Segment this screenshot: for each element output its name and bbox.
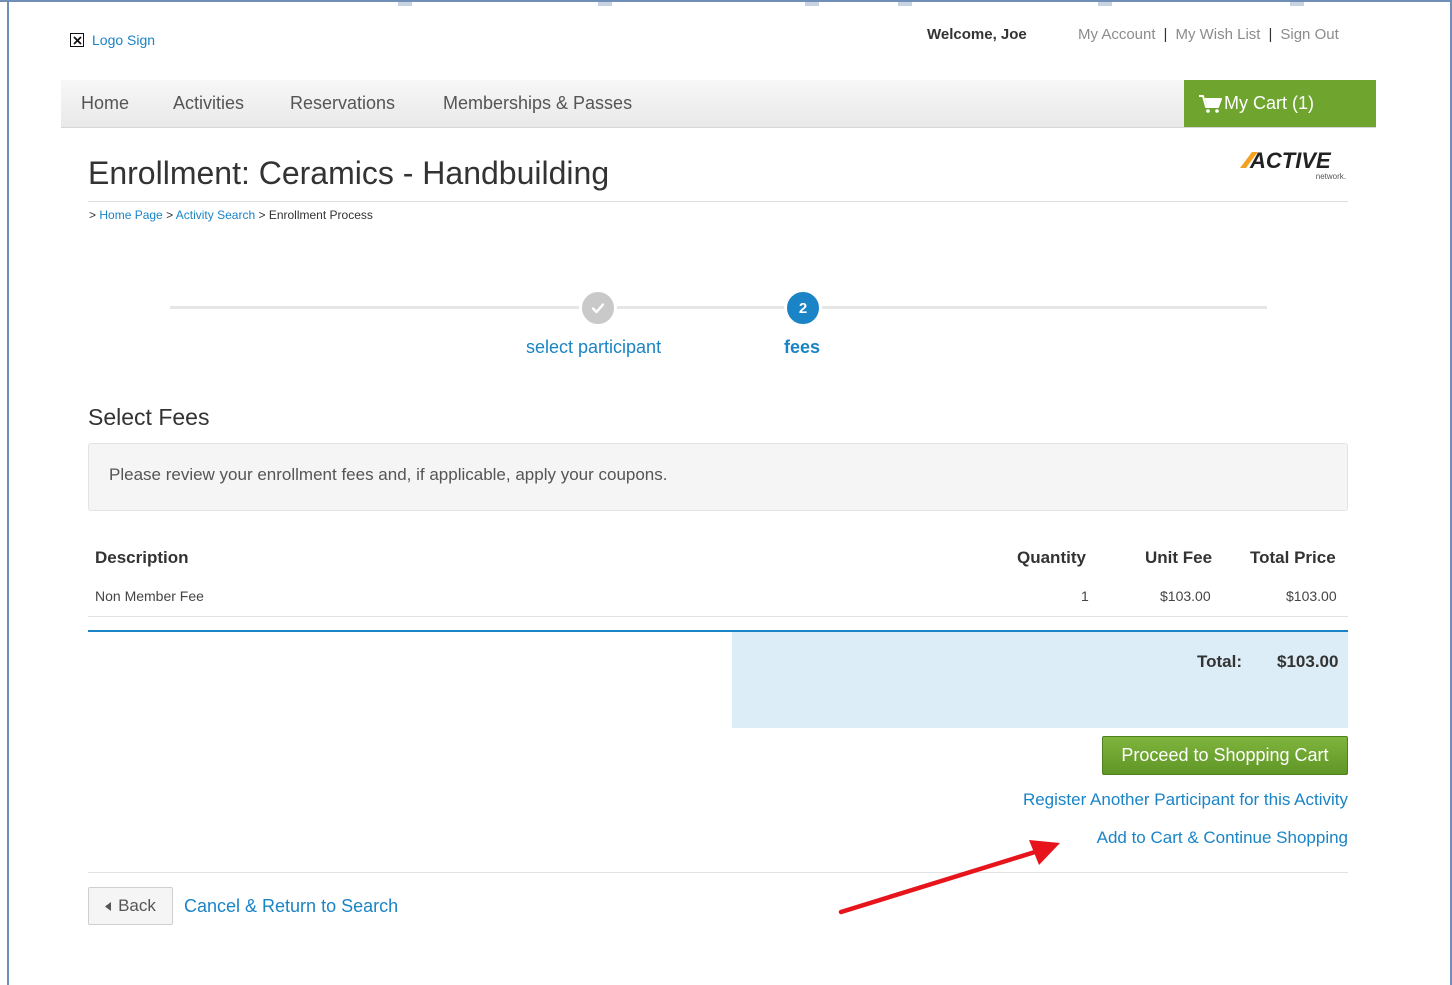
caret-left-icon <box>105 901 112 911</box>
border-tick <box>1098 2 1112 6</box>
step-select-participant-marker <box>579 289 617 327</box>
svg-text:ACTIVE: ACTIVE <box>1249 148 1332 173</box>
my-cart-label: My Cart (1) <box>1224 93 1314 113</box>
main-navigation: Home Activities Reservations Memberships… <box>61 80 1376 128</box>
border-tick <box>598 2 612 6</box>
column-header-total-price: Total Price <box>1250 548 1336 567</box>
cart-icon <box>1199 94 1222 113</box>
active-network-logo: ACTIVE network. <box>1240 148 1346 181</box>
total-panel <box>732 632 1348 728</box>
step-select-participant-link[interactable]: select participant <box>526 337 661 358</box>
svg-text:network.: network. <box>1316 172 1346 181</box>
fee-total-price: $103.00 <box>1286 588 1337 604</box>
step-fees-label: fees <box>784 337 821 357</box>
link-separator: | <box>1163 26 1168 43</box>
column-header-quantity: Quantity <box>1017 548 1086 567</box>
add-to-cart-continue-link[interactable]: Add to Cart & Continue Shopping <box>1097 828 1348 848</box>
border-tick <box>805 2 819 6</box>
fee-quantity: 1 <box>1081 588 1089 604</box>
logo-sign-link[interactable]: Logo Sign <box>70 32 155 48</box>
my-wish-list-link[interactable]: My Wish List <box>1175 26 1260 43</box>
account-links: My Account | My Wish List | Sign Out <box>1078 26 1339 43</box>
breadcrumb-activity-search-link[interactable]: Activity Search <box>176 208 255 222</box>
total-value: $103.00 <box>1277 652 1339 671</box>
progress-track <box>170 306 1267 309</box>
window-left-border <box>7 0 9 985</box>
nav-item-home[interactable]: Home <box>81 93 129 114</box>
nav-item-memberships[interactable]: Memberships & Passes <box>443 93 632 114</box>
border-tick <box>398 2 412 6</box>
total-label: Total: <box>1197 652 1243 671</box>
window-top-border <box>0 0 1452 6</box>
breadcrumb-separator: > <box>89 208 97 222</box>
my-cart-button[interactable]: My Cart (1) <box>1184 80 1376 127</box>
checkmark-icon <box>591 303 605 314</box>
proceed-to-cart-button[interactable]: Proceed to Shopping Cart <box>1102 736 1348 775</box>
section-title: Select Fees <box>88 404 210 430</box>
nav-item-reservations[interactable]: Reservations <box>290 93 395 114</box>
footer-divider <box>88 872 1348 873</box>
breadcrumb: > Home Page > Activity Search > Enrollme… <box>89 208 373 222</box>
table-row-divider <box>88 616 1348 617</box>
breadcrumb-home-link[interactable]: Home Page <box>99 208 162 222</box>
border-tick <box>1290 2 1304 6</box>
back-button[interactable]: Back <box>88 887 173 925</box>
breadcrumb-current: Enrollment Process <box>268 208 373 222</box>
column-header-unit-fee: Unit Fee <box>1145 548 1213 567</box>
column-header-description: Description <box>95 548 189 567</box>
cancel-return-to-search-link[interactable]: Cancel & Return to Search <box>184 896 398 917</box>
breadcrumb-separator: > <box>166 208 174 222</box>
fee-description: Non Member Fee <box>95 588 204 604</box>
link-separator: | <box>1268 26 1273 43</box>
broken-image-icon <box>70 33 84 47</box>
welcome-text: Welcome, Joe <box>927 26 1027 43</box>
register-another-participant-link[interactable]: Register Another Participant for this Ac… <box>1023 790 1348 810</box>
title-divider <box>88 201 1348 202</box>
breadcrumb-separator: > <box>258 208 266 222</box>
back-label: Back <box>118 896 156 915</box>
border-tick <box>898 2 912 6</box>
page-title: Enrollment: Ceramics - Handbuilding <box>88 155 610 191</box>
fee-unit-price: $103.00 <box>1160 588 1211 604</box>
logo-sign-label: Logo Sign <box>92 32 156 48</box>
my-account-link[interactable]: My Account <box>1078 26 1156 43</box>
nav-item-activities[interactable]: Activities <box>173 93 244 114</box>
step-fees-marker: 2 <box>784 289 822 327</box>
sign-out-link[interactable]: Sign Out <box>1280 26 1338 43</box>
fees-notice: Please review your enrollment fees and, … <box>88 443 1348 511</box>
annotation-arrow-icon <box>838 840 1060 915</box>
